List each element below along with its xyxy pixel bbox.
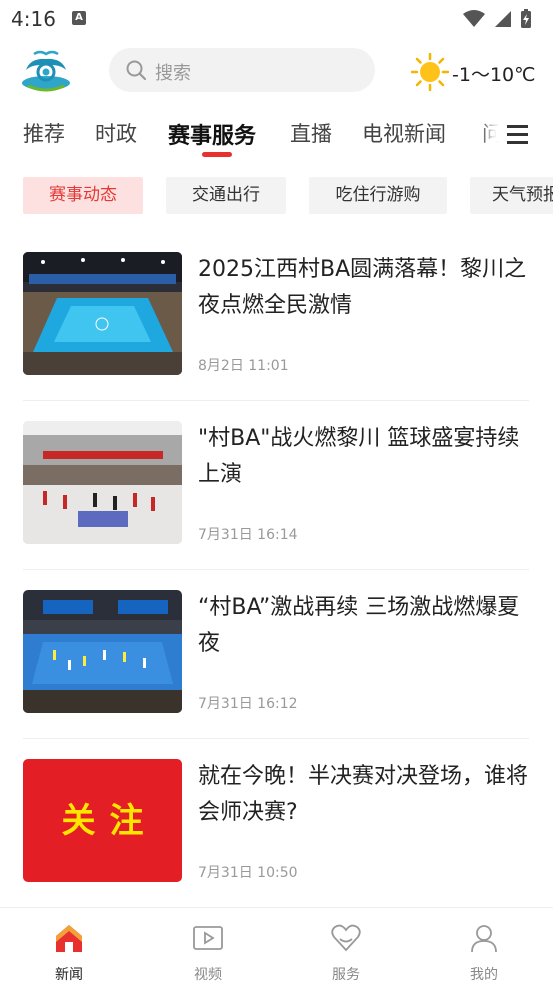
news-title: 就在今晚！半决赛对决登场，谁将会师决赛? xyxy=(198,764,529,825)
chip-food-lodging[interactable]: 吃住行游购 xyxy=(309,177,447,214)
tab-event-services[interactable]: 赛事服务 xyxy=(168,118,256,150)
channel-tabs: 推荐 时政 赛事服务 直播 电视新闻 问 xyxy=(0,112,553,158)
home-icon xyxy=(56,925,82,952)
nav-services-label: 服务 xyxy=(332,967,360,983)
search-placeholder: 搜索 xyxy=(155,63,191,84)
video-icon xyxy=(193,926,223,950)
chip-weather[interactable]: 天气预报 xyxy=(470,177,553,214)
status-bar: 4:16 A xyxy=(0,0,553,38)
wifi-icon xyxy=(463,10,485,27)
divider xyxy=(23,400,529,401)
bottom-nav: 新闻 视频 服务 我的 xyxy=(0,907,553,985)
tab-tv-news[interactable]: 电视新闻 xyxy=(362,118,446,148)
news-time: 8月2日 11:01 xyxy=(198,358,289,374)
status-icons xyxy=(461,8,541,34)
battery-icon xyxy=(521,9,531,28)
thumbnail-label: 关注 xyxy=(61,801,158,841)
nav-news-label: 新闻 xyxy=(55,967,83,983)
search-input[interactable]: 搜索 xyxy=(109,48,375,92)
news-thumbnail xyxy=(23,590,182,713)
nav-video-label: 视频 xyxy=(194,967,222,983)
tab-politics[interactable]: 时政 xyxy=(95,118,137,148)
menu-icon[interactable] xyxy=(498,118,532,152)
heart-icon xyxy=(331,924,361,952)
news-title: 2025江西村BA圆满落幕！黎川之夜点燃全民激情 xyxy=(198,257,527,318)
news-thumbnail xyxy=(23,421,182,544)
sun-icon xyxy=(411,53,449,91)
weather-temperature: -1～10℃ xyxy=(452,64,536,86)
divider xyxy=(23,569,529,570)
divider xyxy=(23,738,529,739)
news-thumbnail: 关注 xyxy=(23,759,182,882)
tab-recommend[interactable]: 推荐 xyxy=(23,118,65,148)
search-icon xyxy=(126,60,147,81)
active-tab-indicator xyxy=(202,152,232,157)
status-time: 4:16 xyxy=(11,7,56,31)
app-logo xyxy=(20,50,72,92)
news-time: 7月31日 10:50 xyxy=(198,865,298,881)
news-thumbnail xyxy=(23,252,182,375)
nav-profile-label: 我的 xyxy=(470,967,498,983)
chip-event-updates[interactable]: 赛事动态 xyxy=(23,177,143,214)
news-time: 7月31日 16:14 xyxy=(198,527,298,543)
news-title: "村BA"战火燃黎川 篮球盛宴持续上演 xyxy=(198,426,520,487)
news-title: “村BA”激战再续 三场激战燃爆夏夜 xyxy=(198,595,520,656)
user-icon xyxy=(471,925,497,953)
chip-traffic[interactable]: 交通出行 xyxy=(166,177,286,214)
signal-icon xyxy=(495,11,511,27)
tab-live[interactable]: 直播 xyxy=(290,118,332,148)
notification-icon: A xyxy=(72,11,86,25)
news-time: 7月31日 16:12 xyxy=(198,696,298,712)
